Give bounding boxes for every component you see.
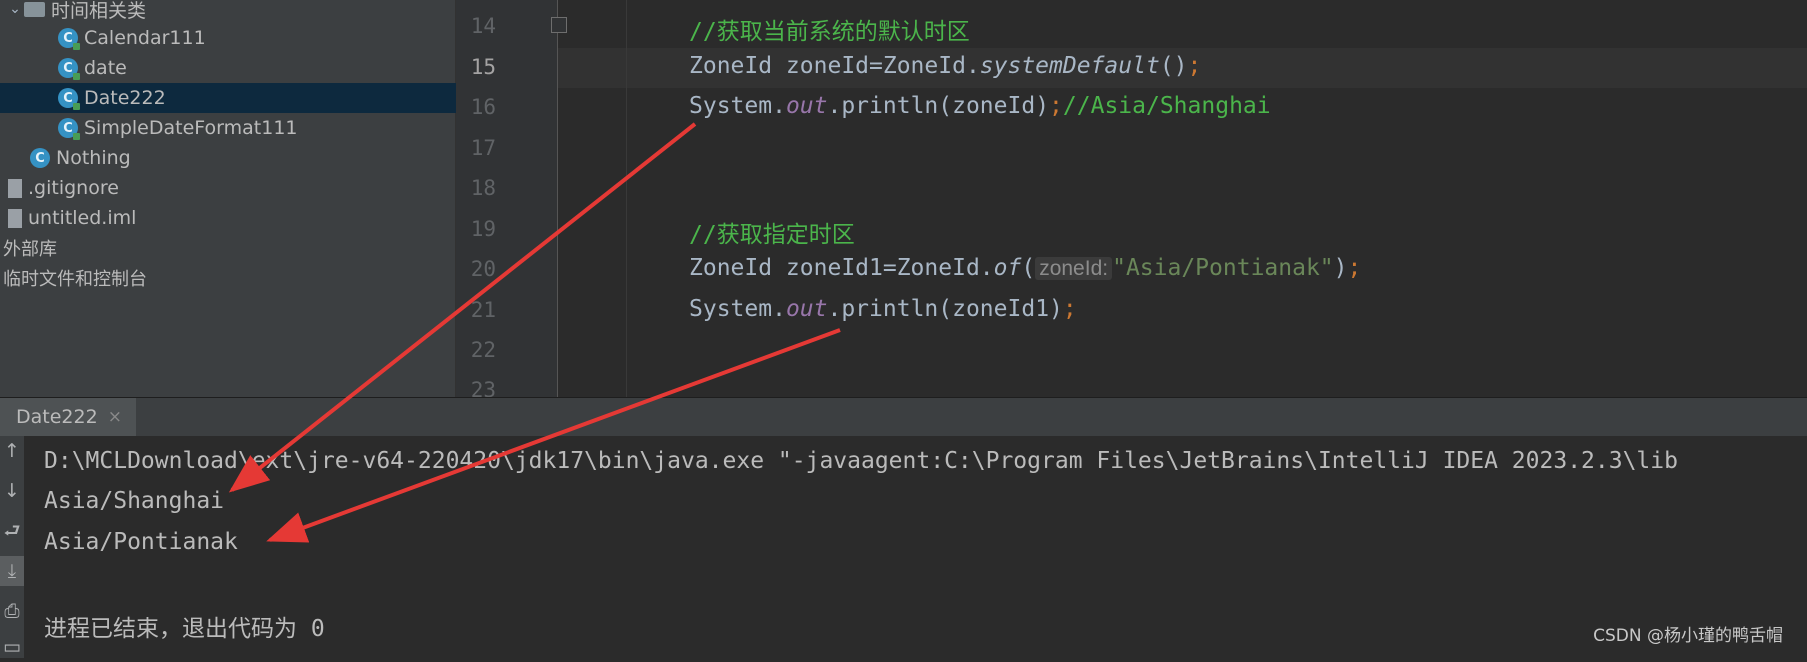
- line-number: 16: [470, 95, 496, 119]
- tree-item-date[interactable]: C date: [0, 53, 513, 83]
- tree-item-untitled-iml[interactable]: untitled.iml: [0, 203, 463, 233]
- code-token: ZoneId zoneId1=ZoneId.: [689, 255, 994, 281]
- code-semicolon: ;: [1049, 93, 1063, 119]
- run-tab-bar: Date222 ×: [0, 398, 1807, 436]
- watermark: CSDN @杨小瑾的鸭舌帽: [1593, 626, 1783, 646]
- code-token: ): [1333, 255, 1348, 281]
- tree-item-scratches[interactable]: 临时文件和控制台: [0, 263, 458, 293]
- file-icon: [8, 208, 22, 228]
- parameter-hint: zoneId:: [1035, 257, 1113, 280]
- code-line-16: System.out.println(zoneId);//Asia/Shangh…: [689, 93, 1271, 119]
- tree-item-date222[interactable]: C Date222: [0, 83, 513, 113]
- code-line-20: ZoneId zoneId1=ZoneId.of(zoneId: "Asia/Po…: [689, 255, 1361, 281]
- code-line-21: System.out.println(zoneId1);: [689, 296, 1077, 322]
- tree-item-label: 临时文件和控制台: [3, 269, 147, 290]
- java-class-icon: C: [58, 88, 80, 110]
- line-number: 17: [470, 136, 496, 160]
- code-method: of: [993, 255, 1022, 281]
- print-icon[interactable]: ⎙: [0, 596, 24, 626]
- arrow-down-icon[interactable]: ↓: [0, 476, 24, 506]
- code-semicolon: ;: [1062, 296, 1077, 322]
- run-tool-window: Date222 × ↑ ↓ ⮐ ⤓ ⎙ ▭ D:\MCLDownload\ext…: [0, 397, 1807, 658]
- code-field: out: [785, 93, 828, 119]
- ide-top-area: ⌄ 时间相关类 C Calendar111 C date C Date222 C…: [0, 0, 1807, 397]
- code-line-14: //获取当前系统的默认时区: [689, 12, 970, 46]
- tree-item-label: untitled.iml: [28, 207, 137, 229]
- code-semicolon: ;: [1347, 255, 1362, 281]
- soft-wrap-icon[interactable]: ⮐: [0, 516, 24, 546]
- line-number: 19: [470, 217, 496, 241]
- tree-item-label: SimpleDateFormat111: [84, 117, 298, 139]
- tab-label: Date222: [16, 406, 98, 428]
- console-line: Asia/Shanghai: [44, 488, 225, 514]
- trash-icon[interactable]: ▭: [0, 632, 24, 662]
- tree-item-label: .gitignore: [28, 177, 119, 199]
- console-line: 进程已结束，退出代码为 0: [44, 616, 325, 642]
- line-number: 14: [470, 14, 496, 38]
- tree-item-label: 时间相关类: [51, 0, 147, 22]
- run-tab-date222[interactable]: Date222 ×: [0, 398, 136, 436]
- fold-marker-icon[interactable]: [551, 17, 567, 33]
- line-number: 15: [470, 55, 496, 79]
- code-comment: //获取指定时区: [689, 222, 855, 248]
- code-token: System.: [689, 93, 786, 119]
- code-comment: //Asia/Shanghai: [1062, 93, 1271, 119]
- java-class-icon: C: [30, 148, 50, 168]
- code-method: systemDefault: [979, 53, 1160, 79]
- java-class-icon: C: [58, 58, 80, 80]
- java-class-icon: C: [58, 28, 80, 50]
- tree-item-folder[interactable]: ⌄ 时间相关类: [0, 0, 461, 24]
- tree-item-gitignore[interactable]: .gitignore: [0, 173, 463, 203]
- arrow-up-icon[interactable]: ↑: [0, 436, 24, 466]
- tree-item-external-libraries[interactable]: 外部库: [0, 233, 458, 263]
- run-toolbar: ↑ ↓ ⮐ ⤓ ⎙ ▭: [0, 436, 24, 658]
- tree-item-label: 外部库: [3, 239, 57, 260]
- folder-icon: [24, 1, 45, 17]
- project-tree: ⌄ 时间相关类 C Calendar111 C date C Date222 C…: [0, 0, 513, 397]
- file-icon: [8, 178, 22, 198]
- code-editor[interactable]: 14 15 16 17 18 19 20 21 22 23 //获取当前系统的默…: [456, 0, 1807, 397]
- tree-item-label: Nothing: [56, 147, 131, 169]
- code-token: System.: [689, 296, 786, 322]
- close-icon[interactable]: ×: [108, 407, 122, 427]
- tree-item-label: date: [84, 57, 127, 79]
- code-comment: //获取当前系统的默认时区: [689, 19, 970, 45]
- tree-item-label: Date222: [84, 87, 166, 109]
- code-line-15: ZoneId zoneId=ZoneId.systemDefault();: [689, 53, 1201, 79]
- tree-item-nothing[interactable]: C Nothing: [0, 143, 485, 173]
- indent-guide: [626, 0, 627, 397]
- tree-item-label: Calendar111: [84, 27, 206, 49]
- java-class-icon: C: [58, 118, 80, 140]
- code-line-19: //获取指定时区: [689, 215, 855, 249]
- line-number: 20: [470, 257, 496, 281]
- console-line: D:\MCLDownload\ext\jre-v64-220420\jdk17\…: [44, 448, 1678, 474]
- code-token: (): [1159, 53, 1188, 79]
- code-semicolon: ;: [1187, 53, 1202, 79]
- line-number: 18: [470, 176, 496, 200]
- console-line: Asia/Pontianak: [44, 529, 238, 555]
- line-number: 21: [470, 298, 496, 322]
- code-token: (: [1021, 255, 1036, 281]
- code-string: "Asia/Pontianak": [1112, 255, 1334, 281]
- code-token: .println(zoneId1): [827, 296, 1063, 322]
- line-number: 22: [470, 338, 496, 362]
- code-token: .println(zoneId): [827, 93, 1050, 119]
- scroll-to-end-icon[interactable]: ⤓: [0, 556, 24, 586]
- chevron-down-icon[interactable]: ⌄: [6, 1, 24, 17]
- tree-item-simpledateformat111[interactable]: C SimpleDateFormat111: [0, 113, 513, 143]
- line-number: 23: [470, 378, 496, 397]
- code-token: ZoneId zoneId=ZoneId.: [689, 53, 980, 79]
- code-field: out: [785, 296, 828, 322]
- tree-item-calendar111[interactable]: C Calendar111: [0, 23, 513, 53]
